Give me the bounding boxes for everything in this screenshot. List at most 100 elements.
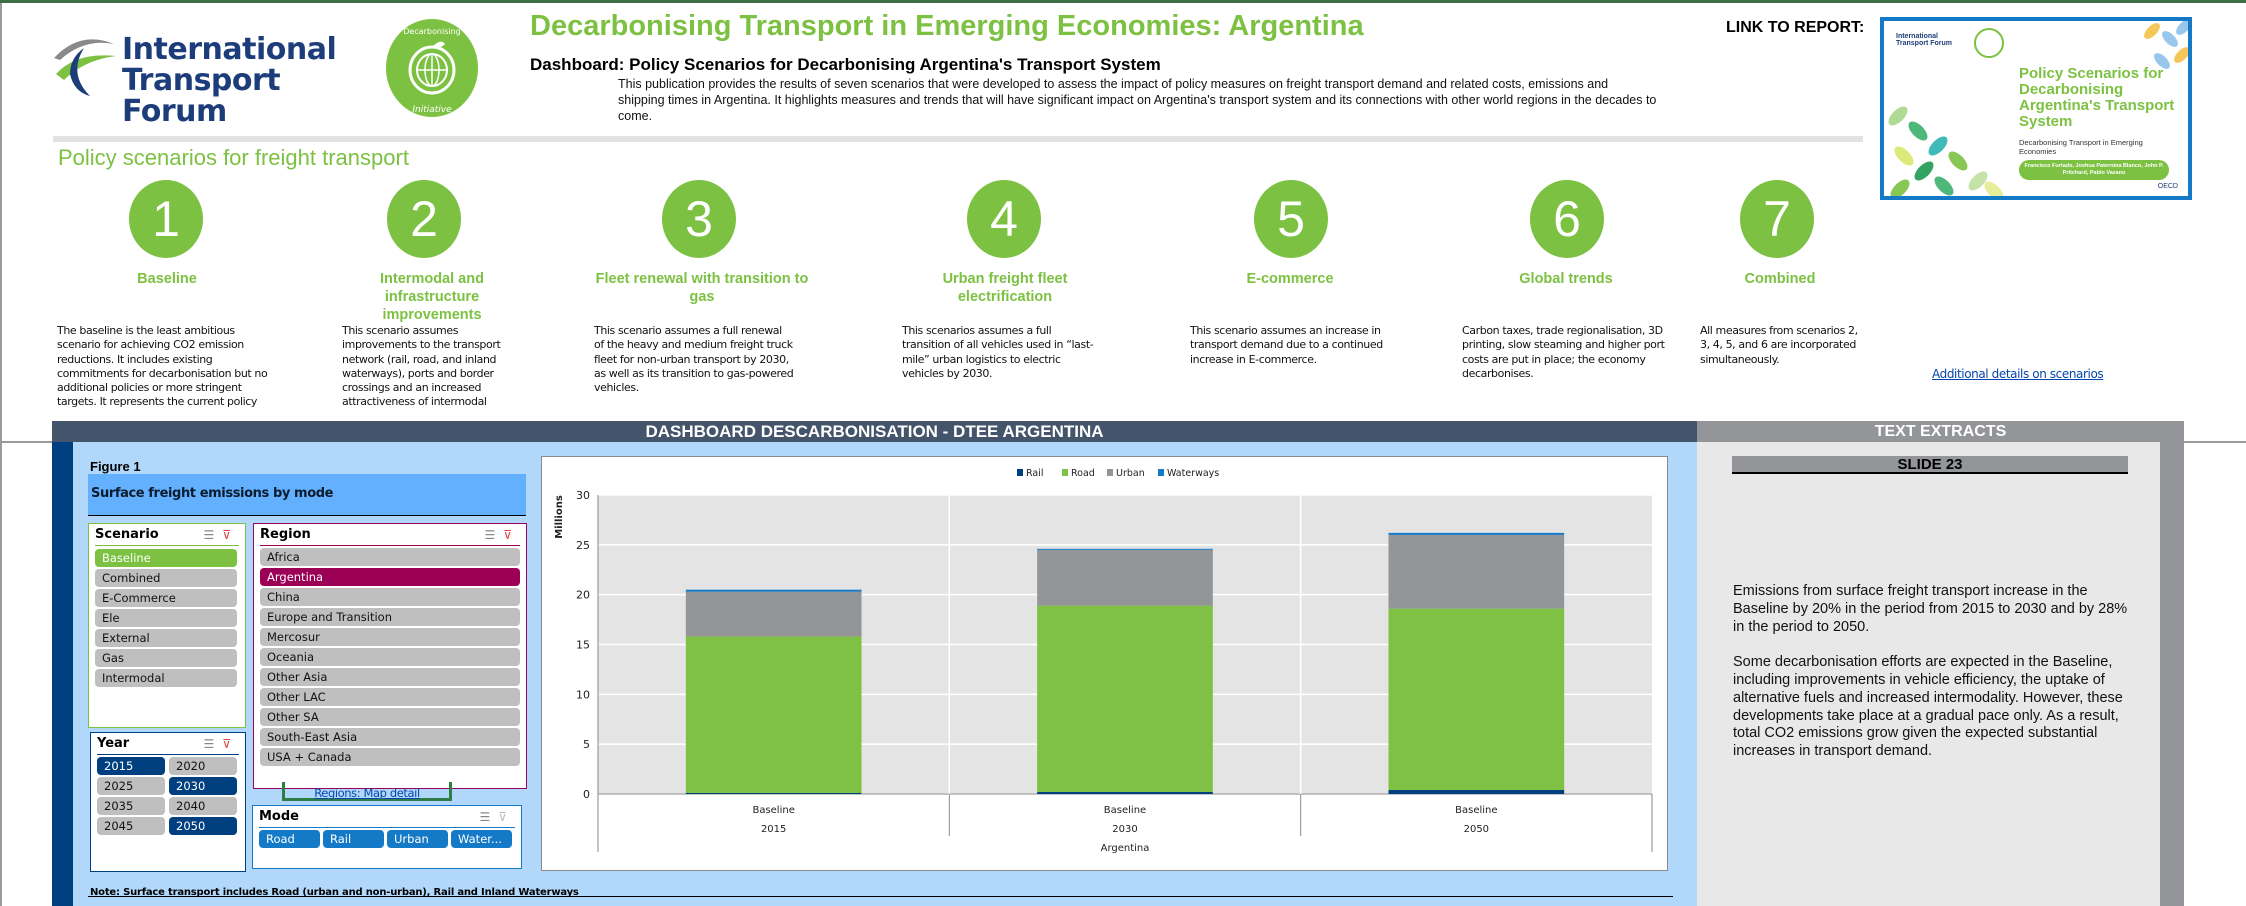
slicer-item[interactable]: China [260,588,520,606]
bar-segment-road [685,636,862,794]
mode-slicer: Mode ☰⊽ Road Rail Urban Water... [252,805,522,869]
figure-title-bar: Surface freight emissions by mode [88,474,526,516]
legend-label: Waterways [1167,468,1219,479]
bar-segment-road [1037,605,1213,793]
globe-leaf-badge-icon: Initiative Decarbonising [386,19,478,117]
regions-map-detail-link[interactable]: Regions: Map detail [282,786,452,800]
bar-segment-rail [685,793,862,794]
left-border [0,3,2,906]
scenario-description: The baseline is the least ambitious scen… [57,324,268,409]
scenario-title: Urban freight fleet electrification [942,271,1068,305]
slicer-item[interactable]: External [95,629,237,647]
slicer-item[interactable]: USA + Canada [260,748,520,766]
intro-text: This publication provides the results of… [618,77,1657,123]
scenario-number-badge: 4 [967,180,1041,258]
multi-select-icon[interactable]: ☰ [484,528,503,542]
bar-segment-urban [1388,534,1565,609]
slicer-item[interactable]: Other Asia [260,668,520,686]
bar-segment-waterways [1388,532,1565,535]
scenario-slicer: Scenario ☰⊽ Baseline Combined E-Commerce El… [88,523,246,728]
note-underline [88,896,1673,897]
multi-select-icon[interactable]: ☰ [203,737,222,751]
slicer-item[interactable]: Europe and Transition [260,608,520,626]
legend-label: Urban [1116,468,1145,479]
slicer-title: Mode [259,809,299,824]
slicer-item[interactable]: 2015 [97,757,165,775]
cover-publisher: OECD [2157,183,2178,190]
x-tick-year-label: 2050 [1464,824,1489,835]
cover-title: Policy Scenarios for Decarbonising Argen… [2019,65,2175,130]
extract-paragraph: Some decarbonisation efforts are expecte… [1733,654,2123,760]
slicer-item[interactable]: 2040 [169,797,237,815]
scenario-description: This scenario assumes improvements to th… [342,324,501,409]
clear-filter-icon[interactable]: ⊽ [222,737,239,751]
slicer-title: Region [260,527,311,542]
slicer-item[interactable]: Intermodal [95,669,237,687]
bar-segment-rail [1037,792,1213,794]
slicer-item[interactable]: Ele [95,609,237,627]
text-panel-scroll-strip [2160,442,2184,906]
slicer-item[interactable]: South-East Asia [260,728,520,746]
scenario-description: Carbon taxes, trade regionalisation, 3D … [1462,324,1665,380]
slicer-item[interactable]: Combined [95,569,237,587]
y-tick-label: 20 [576,589,590,602]
dashboard-header: DASHBOARD DESCARBONISATION - DTEE ARGENT… [52,421,1697,442]
slicer-item[interactable]: Rail [323,830,384,848]
slicer-item[interactable]: Gas [95,649,237,667]
scenario-number-badge: 3 [662,180,736,258]
top-border [0,0,2246,3]
scenario-description: This scenarios assumes a full transition… [902,324,1094,380]
legend-swatch-road [1062,469,1068,476]
slicer-header: Mode ☰⊽ [259,808,515,826]
scenario-number-badge: 2 [387,180,461,258]
right-divider [2184,441,2246,443]
slicer-item[interactable]: E-Commerce [95,589,237,607]
slicer-rule [97,754,239,755]
bar-segment-waterways [685,589,862,592]
x-tick-scenario-label: Baseline [1455,805,1497,816]
report-cover-link[interactable]: International Transport Forum Policy Sce… [1880,17,2192,200]
slicer-item[interactable]: Urban [387,830,448,848]
legend-label: Road [1071,468,1095,479]
bar-segment-rail [1388,790,1565,794]
slicer-item[interactable]: 2030 [169,777,237,795]
text-extract: Emissions from surface freight transport… [1733,583,2133,779]
clear-filter-icon[interactable]: ⊽ [222,528,239,542]
y-tick-label: 25 [576,539,590,552]
additional-details-link[interactable]: Additional details on scenarios [1932,367,2104,381]
slicer-item[interactable]: 2045 [97,817,165,835]
slicer-item[interactable]: 2025 [97,777,165,795]
slicer-item[interactable]: Other LAC [260,688,520,706]
slicer-item[interactable]: 2050 [169,817,237,835]
cover-authors: Francisco Furtado, Joshua Paternina Blan… [2019,160,2169,180]
scenario-description: All measures from scenarios 2, 3, 4, 5, … [1700,324,1858,366]
legend-swatch-waterways [1158,469,1164,476]
slicer-header: Year ☰⊽ [97,735,239,753]
slicer-item[interactable]: Oceania [260,648,520,666]
slicer-item[interactable]: 2020 [169,757,237,775]
slicer-item[interactable]: Water... [451,830,512,848]
multi-select-icon[interactable]: ☰ [479,810,498,824]
slicer-item[interactable]: Other SA [260,708,520,726]
cover-subtitle: Decarbonising Transport in Emerging Econ… [2019,138,2143,156]
x-tick-year-label: 2015 [761,824,786,835]
clear-filter-icon: ⊽ [498,810,515,824]
slicer-item[interactable]: Mercosur [260,628,520,646]
multi-select-icon[interactable]: ☰ [203,528,222,542]
x-axis-label: Argentina [1101,843,1150,854]
scenario-number-badge: 5 [1254,180,1328,258]
legend-swatch-rail [1017,469,1023,476]
svg-text:Initiative: Initiative [412,105,452,115]
bar-segment-urban [685,591,862,637]
slicer-item[interactable]: Baseline [95,549,237,567]
slicer-item[interactable]: Argentina [260,568,520,586]
slicer-item[interactable]: Road [259,830,320,848]
page-title: Decarbonising Transport in Emerging Econ… [530,10,1364,42]
bar-segment-urban [1037,549,1213,606]
scenario-title: Baseline [137,271,197,287]
slicer-item[interactable]: 2035 [97,797,165,815]
bar-segment-waterways [1037,548,1213,550]
slicer-item[interactable]: Africa [260,548,520,566]
emissions-chart: 0 5 10 15 20 25 30 Millions Baseline 2015 Baseline… [541,456,1668,871]
clear-filter-icon[interactable]: ⊽ [503,528,520,542]
